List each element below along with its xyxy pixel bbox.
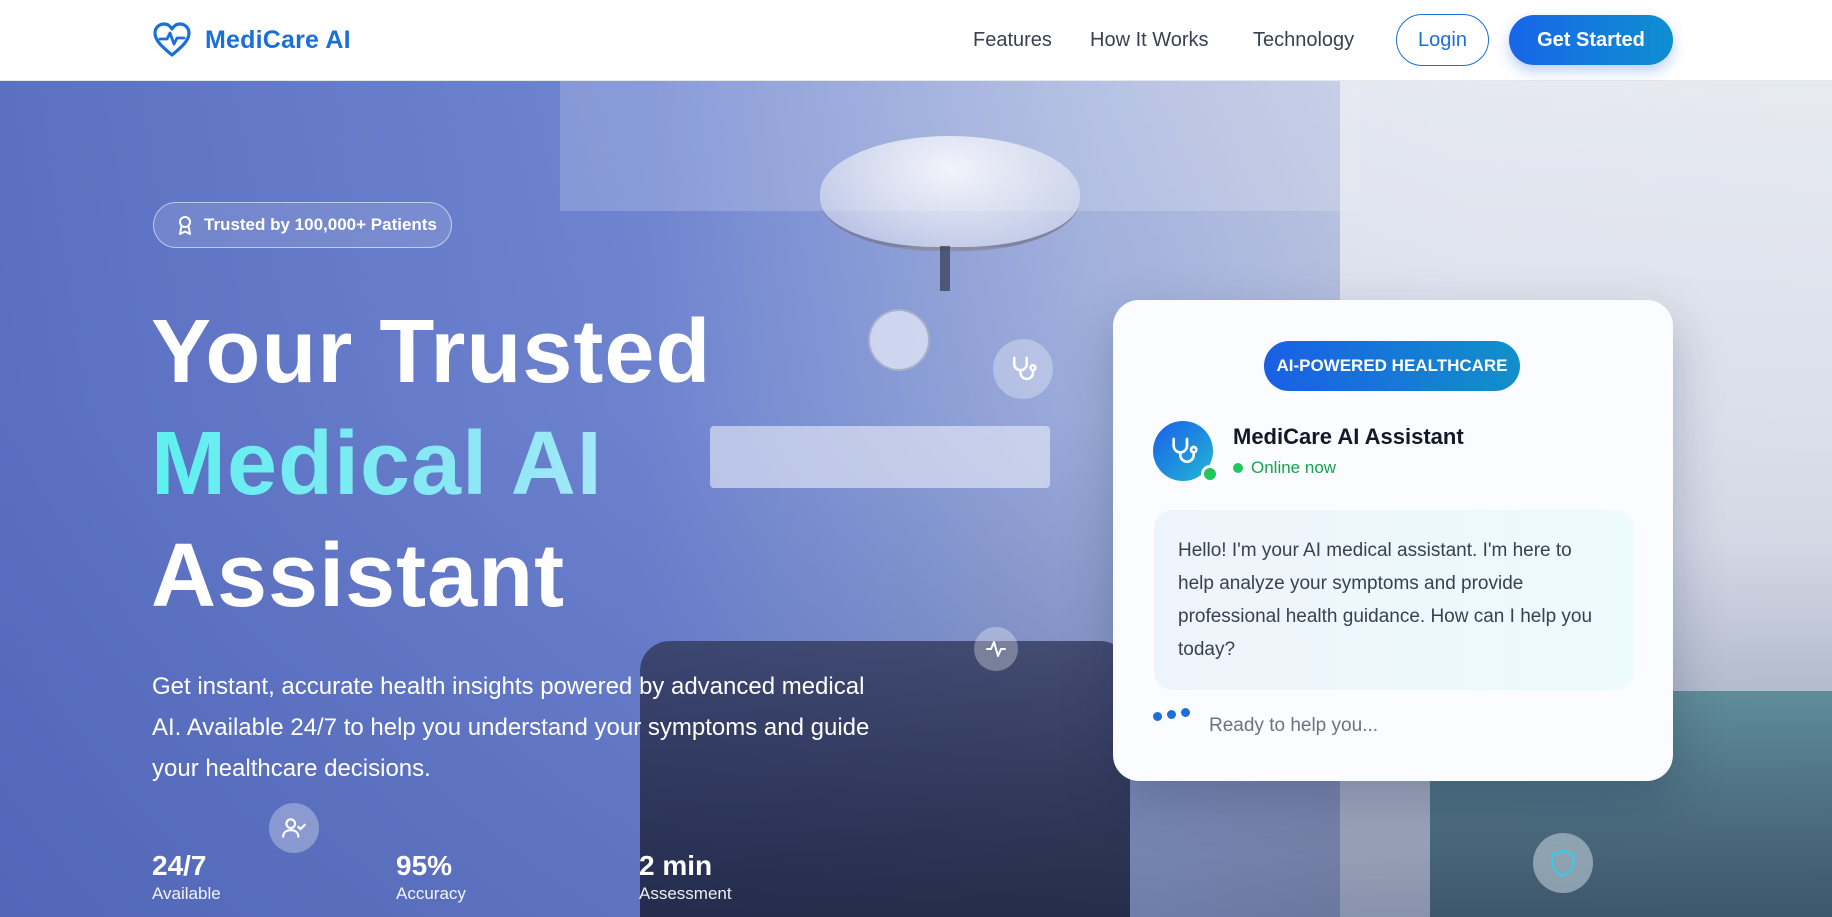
floating-activity-badge: [974, 627, 1018, 671]
nav-link-how-it-works[interactable]: How It Works: [1090, 29, 1209, 52]
headline-line-2-accent: Medical AI: [151, 408, 711, 520]
typing-dot: [1181, 708, 1190, 717]
stat-label: Assessment: [639, 884, 732, 903]
heart-pulse-icon: [153, 22, 191, 57]
activity-pulse-icon: [986, 641, 1006, 657]
status-text: Online now: [1251, 458, 1337, 477]
stat-label: Accuracy: [396, 884, 466, 903]
hero-background-wall-panel: [710, 426, 1050, 488]
brand-logo[interactable]: MediCare AI: [153, 22, 351, 58]
assistant-name: MediCare AI Assistant: [1233, 424, 1464, 449]
trust-badge: Trusted by 100,000+ Patients: [153, 202, 452, 248]
typing-dot: [1167, 710, 1176, 719]
online-status: Online now: [1233, 458, 1336, 478]
assistant-message-bubble: Hello! I'm your AI medical assistant. I'…: [1154, 510, 1633, 690]
floating-stethoscope-badge: [993, 339, 1053, 399]
hero-headline: Your Trusted Medical AI Assistant: [151, 296, 711, 632]
award-ribbon-icon: [179, 216, 191, 235]
stethoscope-icon: [1013, 356, 1037, 381]
user-check-icon: [282, 818, 306, 838]
status-dot: [1233, 463, 1243, 473]
ai-powered-pill: AI-POWERED HEALTHCARE: [1264, 341, 1520, 391]
typing-indicator: [1153, 708, 1190, 721]
stat-value: 2 min: [639, 850, 713, 881]
brand-name: MediCare AI: [205, 25, 351, 54]
trust-badge-text: Trusted by 100,000+ Patients: [204, 215, 437, 234]
headline-line-3: Assistant: [151, 526, 566, 626]
floating-shield-badge: [1533, 833, 1593, 893]
hero-background-lamp-stem: [940, 246, 950, 291]
stat-available: 24/7 Available: [152, 850, 221, 906]
floating-user-check-badge: [269, 803, 319, 853]
headline-line-1: Your Trusted: [151, 302, 712, 402]
hero-background-surgical-lamp: [820, 136, 1080, 251]
login-button[interactable]: Login: [1396, 14, 1489, 66]
get-started-button[interactable]: Get Started: [1509, 15, 1673, 65]
stethoscope-icon: [1172, 437, 1198, 463]
nav-link-features[interactable]: Features: [973, 29, 1052, 52]
top-navbar: MediCare AI Features How It Works Techno…: [0, 0, 1832, 81]
typing-status-text: Ready to help you...: [1209, 715, 1378, 736]
stat-assessment: 2 min Assessment: [639, 850, 732, 906]
stat-accuracy: 95% Accuracy: [396, 850, 466, 906]
stat-label: Available: [152, 884, 221, 903]
typing-dot: [1153, 712, 1162, 721]
shield-icon: [1551, 849, 1575, 877]
online-indicator: [1201, 465, 1219, 483]
hero-subtext: Get instant, accurate health insights po…: [152, 673, 870, 782]
stat-value: 24/7: [152, 850, 207, 881]
hero-background-clock: [868, 309, 930, 371]
ai-assistant-chat-card: AI-POWERED HEALTHCARE MediCare AI Assist…: [1113, 300, 1673, 781]
stat-value: 95%: [396, 850, 453, 881]
nav-link-technology[interactable]: Technology: [1253, 29, 1354, 52]
